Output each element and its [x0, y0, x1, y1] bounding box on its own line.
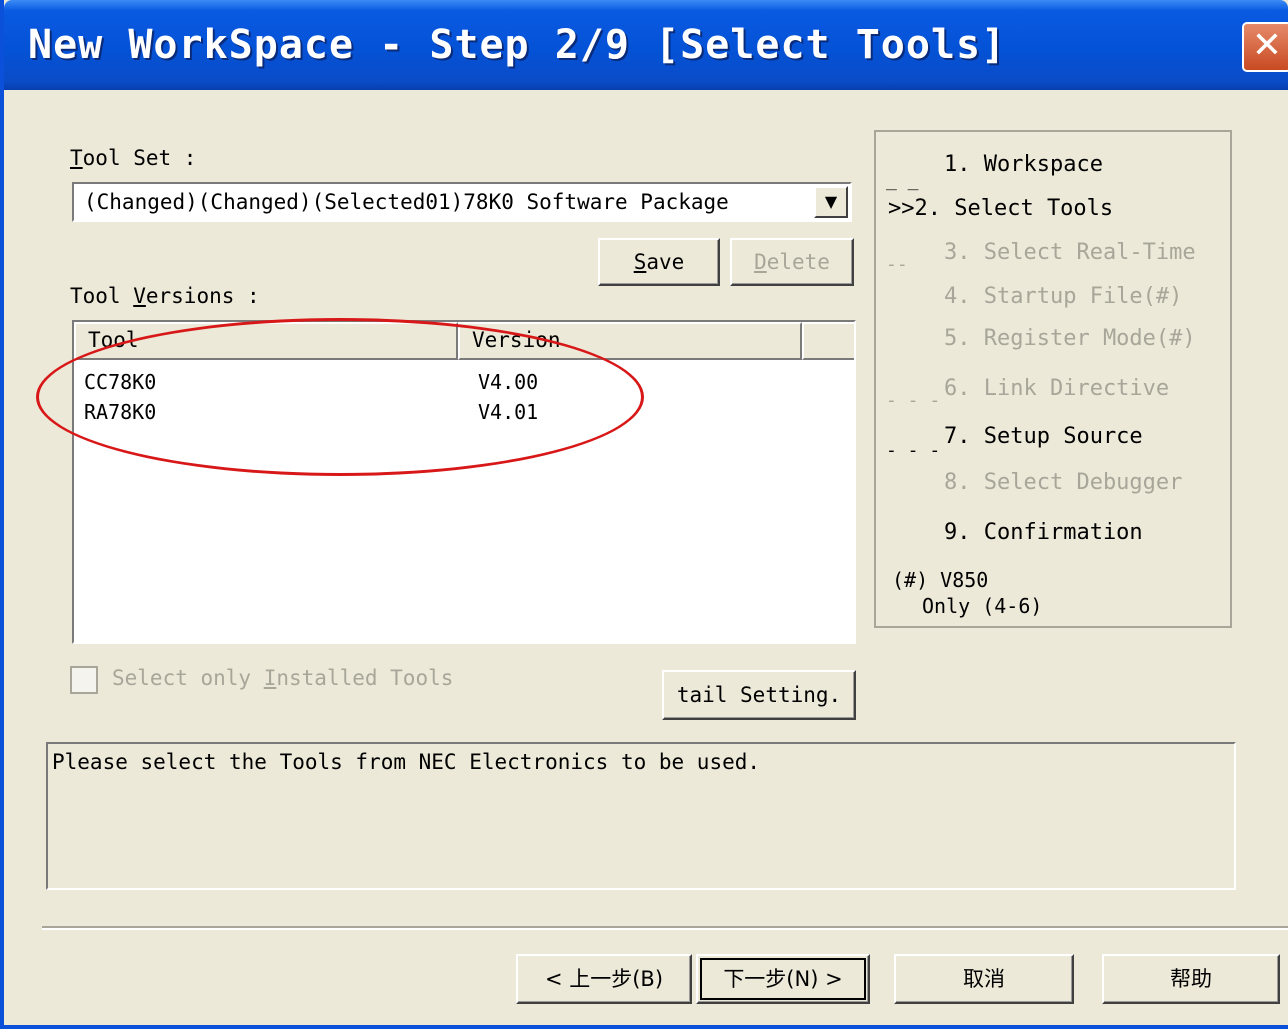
message-box: Please select the Tools from NEC Electro…: [46, 742, 1236, 890]
installed-only-label-rest: nstalled Tools: [276, 666, 454, 690]
step-item-select-tools: >>2. Select Tools: [888, 196, 1114, 221]
step-item-confirmation: 9. Confirmation: [944, 520, 1143, 545]
step-item-select-real-time: 3. Select Real-Time: [944, 240, 1196, 265]
button-separator: [42, 926, 1288, 930]
save-button-accel: S: [633, 250, 647, 274]
tool-set-dropdown[interactable]: (Changed)(Changed)(Selected01)78K0 Softw…: [72, 182, 852, 222]
new-workspace-dialog: New WorkSpace - Step 2/9 [Select Tools] …: [0, 0, 1288, 1029]
step-item-startup-file: 4. Startup File(#): [944, 284, 1183, 309]
installed-only-label-accel: I: [263, 666, 277, 690]
next-button[interactable]: 下一步(N) >: [696, 954, 870, 1004]
save-button[interactable]: Save: [598, 238, 720, 286]
tool-set-label-accel: T: [70, 146, 83, 170]
delete-button-rest: elete: [766, 250, 830, 274]
step-item-select-debugger: 8. Select Debugger: [944, 470, 1183, 495]
step-item-workspace: 1. Workspace: [944, 152, 1103, 177]
step-connector-dash: _ _: [886, 170, 919, 191]
detail-setting-button[interactable]: tail Setting.: [662, 670, 856, 720]
message-text: Please select the Tools from NEC Electro…: [52, 750, 761, 774]
step-item-register-mode: 5. Register Mode(#): [944, 326, 1196, 351]
close-icon[interactable]: ✕: [1242, 22, 1288, 72]
title-bar[interactable]: New WorkSpace - Step 2/9 [Select Tools] …: [4, 0, 1288, 90]
installed-only-checkbox[interactable]: [70, 666, 98, 694]
steps-note-line2: Only (4-6): [922, 594, 1043, 618]
tool-versions-label-accel: V: [133, 284, 146, 308]
save-button-rest: ave: [646, 250, 685, 274]
step-connector-dash: --: [886, 254, 908, 275]
column-header-empty: [802, 322, 854, 360]
red-annotation-oval: [36, 318, 644, 476]
window-title: New WorkSpace - Step 2/9 [Select Tools]: [28, 22, 1007, 68]
tool-versions-label-pre: Tool: [70, 284, 134, 308]
installed-only-label-pre: Select only: [112, 666, 264, 690]
help-button[interactable]: 帮助: [1102, 954, 1280, 1004]
installed-only-label: Select only Installed Tools: [112, 666, 453, 690]
step-connector-dash: - - -: [886, 390, 941, 411]
cancel-button[interactable]: 取消: [894, 954, 1074, 1004]
tool-versions-label-rest: ersions :: [145, 284, 260, 308]
tool-versions-label: Tool Versions :: [70, 284, 260, 308]
delete-button-accel: D: [754, 250, 767, 274]
tool-set-selected-value: (Changed)(Changed)(Selected01)78K0 Softw…: [84, 190, 729, 214]
step-connector-dash: - - -: [886, 440, 941, 461]
chevron-down-icon[interactable]: ▼: [814, 186, 848, 218]
step-item-link-directive: 6. Link Directive: [944, 376, 1170, 401]
back-button[interactable]: < 上一步(B): [516, 954, 692, 1004]
steps-note-line1: (#) V850: [892, 568, 989, 592]
tool-set-label: Tool Set :: [70, 146, 196, 170]
step-item-setup-source: 7. Setup Source: [944, 424, 1143, 449]
steps-panel: _ _ 1. Workspace >>2. Select Tools -- 3.…: [874, 130, 1232, 628]
delete-button[interactable]: Delete: [730, 238, 854, 286]
tool-set-label-rest: ool Set :: [82, 146, 197, 170]
